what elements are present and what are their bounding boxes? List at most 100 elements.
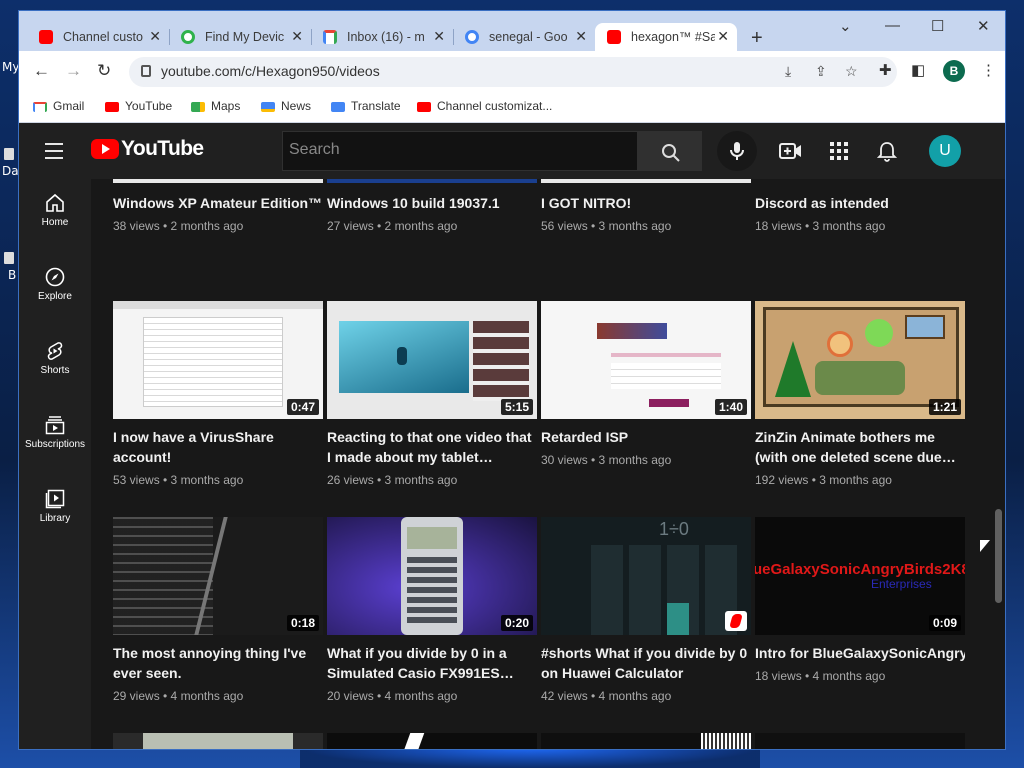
forward-button[interactable]: → — [65, 61, 82, 81]
create-video-icon[interactable] — [779, 141, 803, 161]
video-thumbnail[interactable]: 5:15 — [327, 301, 537, 419]
tab-find-my-device[interactable]: Find My Devic ✕ — [161, 23, 311, 51]
new-tab-button[interactable]: + — [751, 27, 763, 50]
bookmark-gmail[interactable]: Gmail — [33, 99, 84, 113]
profile-avatar[interactable]: B — [943, 60, 965, 82]
video-thumbnail[interactable]: 0:20 — [327, 517, 537, 635]
video-card[interactable]: 1÷0 #shorts What if you divide by 0 on H… — [541, 517, 751, 703]
video-title[interactable]: #shorts What if you divide by 0 on Huawe… — [541, 643, 751, 683]
bookmark-channel-customization[interactable]: Channel customizat... — [417, 99, 552, 113]
youtube-logo-text[interactable]: YouTube — [121, 137, 204, 161]
sidebar-item-explore[interactable]: Explore — [19, 253, 91, 323]
video-thumbnail[interactable] — [327, 733, 537, 749]
video-thumbnail[interactable] — [755, 179, 965, 183]
video-card[interactable]: 0:20 What if you divide by 0 in a Simula… — [327, 517, 537, 703]
close-tab-icon[interactable]: ✕ — [291, 28, 303, 45]
bookmark-youtube[interactable]: YouTube — [105, 99, 172, 113]
video-card[interactable]: ueGalaxySonicAngryBirds2K8 Enterprises 0… — [755, 517, 965, 683]
video-title[interactable]: What if you divide by 0 in a Simulated C… — [327, 643, 537, 683]
close-tab-icon[interactable]: ✕ — [433, 28, 445, 45]
bookmark-news[interactable]: News — [261, 99, 311, 113]
share-icon[interactable]: ⇪ — [815, 63, 827, 80]
side-panel-icon[interactable]: ◧ — [911, 61, 925, 79]
lock-icon[interactable] — [141, 65, 151, 77]
desktop-icon[interactable] — [4, 148, 14, 160]
user-avatar[interactable]: U — [929, 135, 961, 167]
sidebar-item-shorts[interactable]: Shorts — [19, 327, 91, 397]
bookmark-star-icon[interactable]: ☆ — [845, 63, 858, 80]
video-thumbnail[interactable]: 0:18 — [113, 517, 323, 635]
video-thumbnail[interactable] — [113, 733, 323, 749]
video-title[interactable]: Intro for BlueGalaxySonicAngryBirds2K — [755, 643, 965, 663]
close-tab-icon[interactable]: ✕ — [575, 28, 587, 45]
video-card[interactable]: Discord as intended 18 views • 3 months … — [755, 185, 965, 233]
video-thumbnail[interactable]: 1÷0 — [541, 517, 751, 635]
video-thumbnail[interactable] — [327, 179, 537, 183]
mouse-cursor-icon — [980, 540, 990, 552]
voice-search-button[interactable] — [717, 131, 757, 171]
scrollbar-thumb[interactable] — [995, 509, 1002, 603]
more-menu-icon[interactable]: ⋮ — [981, 61, 996, 79]
sidebar-item-library[interactable]: Library — [19, 475, 91, 545]
notifications-bell-icon[interactable] — [877, 141, 897, 163]
search-button[interactable] — [638, 131, 702, 171]
video-title[interactable]: Reacting to that one video that I made a… — [327, 427, 537, 467]
video-thumbnail[interactable]: 1:21 — [755, 301, 965, 419]
video-title[interactable]: The most annoying thing I've ever seen. — [113, 643, 323, 683]
url-text[interactable]: youtube.com/c/Hexagon950/videos — [161, 63, 380, 79]
sidebar-item-home[interactable]: Home — [19, 179, 91, 249]
tab-gmail-inbox[interactable]: Inbox (16) - m ✕ — [303, 23, 453, 51]
video-title[interactable]: Discord as intended — [755, 193, 965, 213]
tab-google-search[interactable]: senegal - Goo ✕ — [445, 23, 595, 51]
desktop-icon[interactable] — [4, 252, 14, 264]
reload-button[interactable]: ↻ — [97, 61, 111, 81]
close-tab-icon[interactable]: ✕ — [717, 28, 729, 45]
sidebar-item-label: Home — [41, 217, 69, 228]
video-card[interactable]: Windows XP Amateur Edition™ 38 views • 2… — [113, 185, 323, 233]
video-duration: 0:47 — [286, 399, 319, 415]
video-card[interactable]: 1:40 Retarded ISP 30 views • 3 months ag… — [541, 301, 751, 467]
video-thumbnail[interactable] — [755, 733, 965, 749]
tab-channel-customization[interactable]: Channel custo ✕ — [19, 23, 169, 51]
video-title[interactable]: I now have a VirusShare account! — [113, 427, 323, 467]
video-thumbnail[interactable] — [541, 733, 751, 749]
video-title[interactable]: Windows XP Amateur Edition™ — [113, 193, 323, 213]
maximize-button[interactable]: ☐ — [931, 17, 944, 35]
sidebar-item-subscriptions[interactable]: Subscriptions — [19, 401, 91, 471]
video-title[interactable]: Retarded ISP — [541, 427, 751, 447]
video-card[interactable]: I GOT NITRO! 56 views • 3 months ago — [541, 185, 751, 233]
page-scrollbar[interactable] — [991, 179, 1005, 749]
menu-hamburger-icon[interactable] — [45, 143, 63, 164]
video-thumbnail[interactable]: 1:40 — [541, 301, 751, 419]
apps-grid-icon[interactable] — [829, 141, 849, 161]
video-card[interactable]: 0:47 I now have a VirusShare account! 53… — [113, 301, 323, 487]
video-thumbnail[interactable] — [541, 179, 751, 183]
install-icon[interactable]: ⤓ — [785, 63, 791, 80]
video-card[interactable]: 0:18 The most annoying thing I've ever s… — [113, 517, 323, 703]
back-button[interactable]: ← — [33, 61, 50, 81]
close-tab-icon[interactable]: ✕ — [149, 28, 161, 45]
search-input[interactable]: Search — [282, 131, 638, 171]
video-card[interactable]: Windows 10 build 19037.1 27 views • 2 mo… — [327, 185, 537, 233]
youtube-logo-icon[interactable] — [91, 139, 119, 159]
minimize-button[interactable]: — — [885, 17, 900, 34]
video-title[interactable]: Windows 10 build 19037.1 — [327, 193, 537, 213]
video-thumbnail[interactable]: 0:47 — [113, 301, 323, 419]
extensions-puzzle-icon[interactable]: ✚ — [879, 61, 892, 79]
tab-hexagon-active[interactable]: hexagon™ #Sa ✕ — [595, 23, 737, 51]
bookmark-translate[interactable]: Translate — [331, 99, 401, 113]
tab-search-chevron-icon[interactable]: ⌄ — [839, 17, 852, 35]
video-thumbnail[interactable] — [113, 179, 323, 183]
video-thumbnail[interactable]: ueGalaxySonicAngryBirds2K8 Enterprises 0… — [755, 517, 965, 635]
video-card[interactable]: 5:15 Reacting to that one video that I m… — [327, 301, 537, 487]
video-title[interactable]: I GOT NITRO! — [541, 193, 751, 213]
close-window-button[interactable]: ✕ — [977, 17, 990, 35]
youtube-icon — [417, 101, 431, 112]
browser-chrome: Channel custo ✕ Find My Devic ✕ Inbox (1… — [19, 11, 1005, 123]
video-meta: 56 views • 3 months ago — [541, 219, 672, 233]
address-bar[interactable]: youtube.com/c/Hexagon950/videos ⤓ ⇪ ☆ — [129, 57, 897, 87]
video-title[interactable]: ZinZin Animate bothers me (with one dele… — [755, 427, 965, 467]
video-card[interactable]: 1:21 ZinZin Animate bothers me (with one… — [755, 301, 965, 487]
bookmark-maps[interactable]: Maps — [191, 99, 240, 113]
tab-title: Inbox (16) - m — [347, 30, 425, 44]
